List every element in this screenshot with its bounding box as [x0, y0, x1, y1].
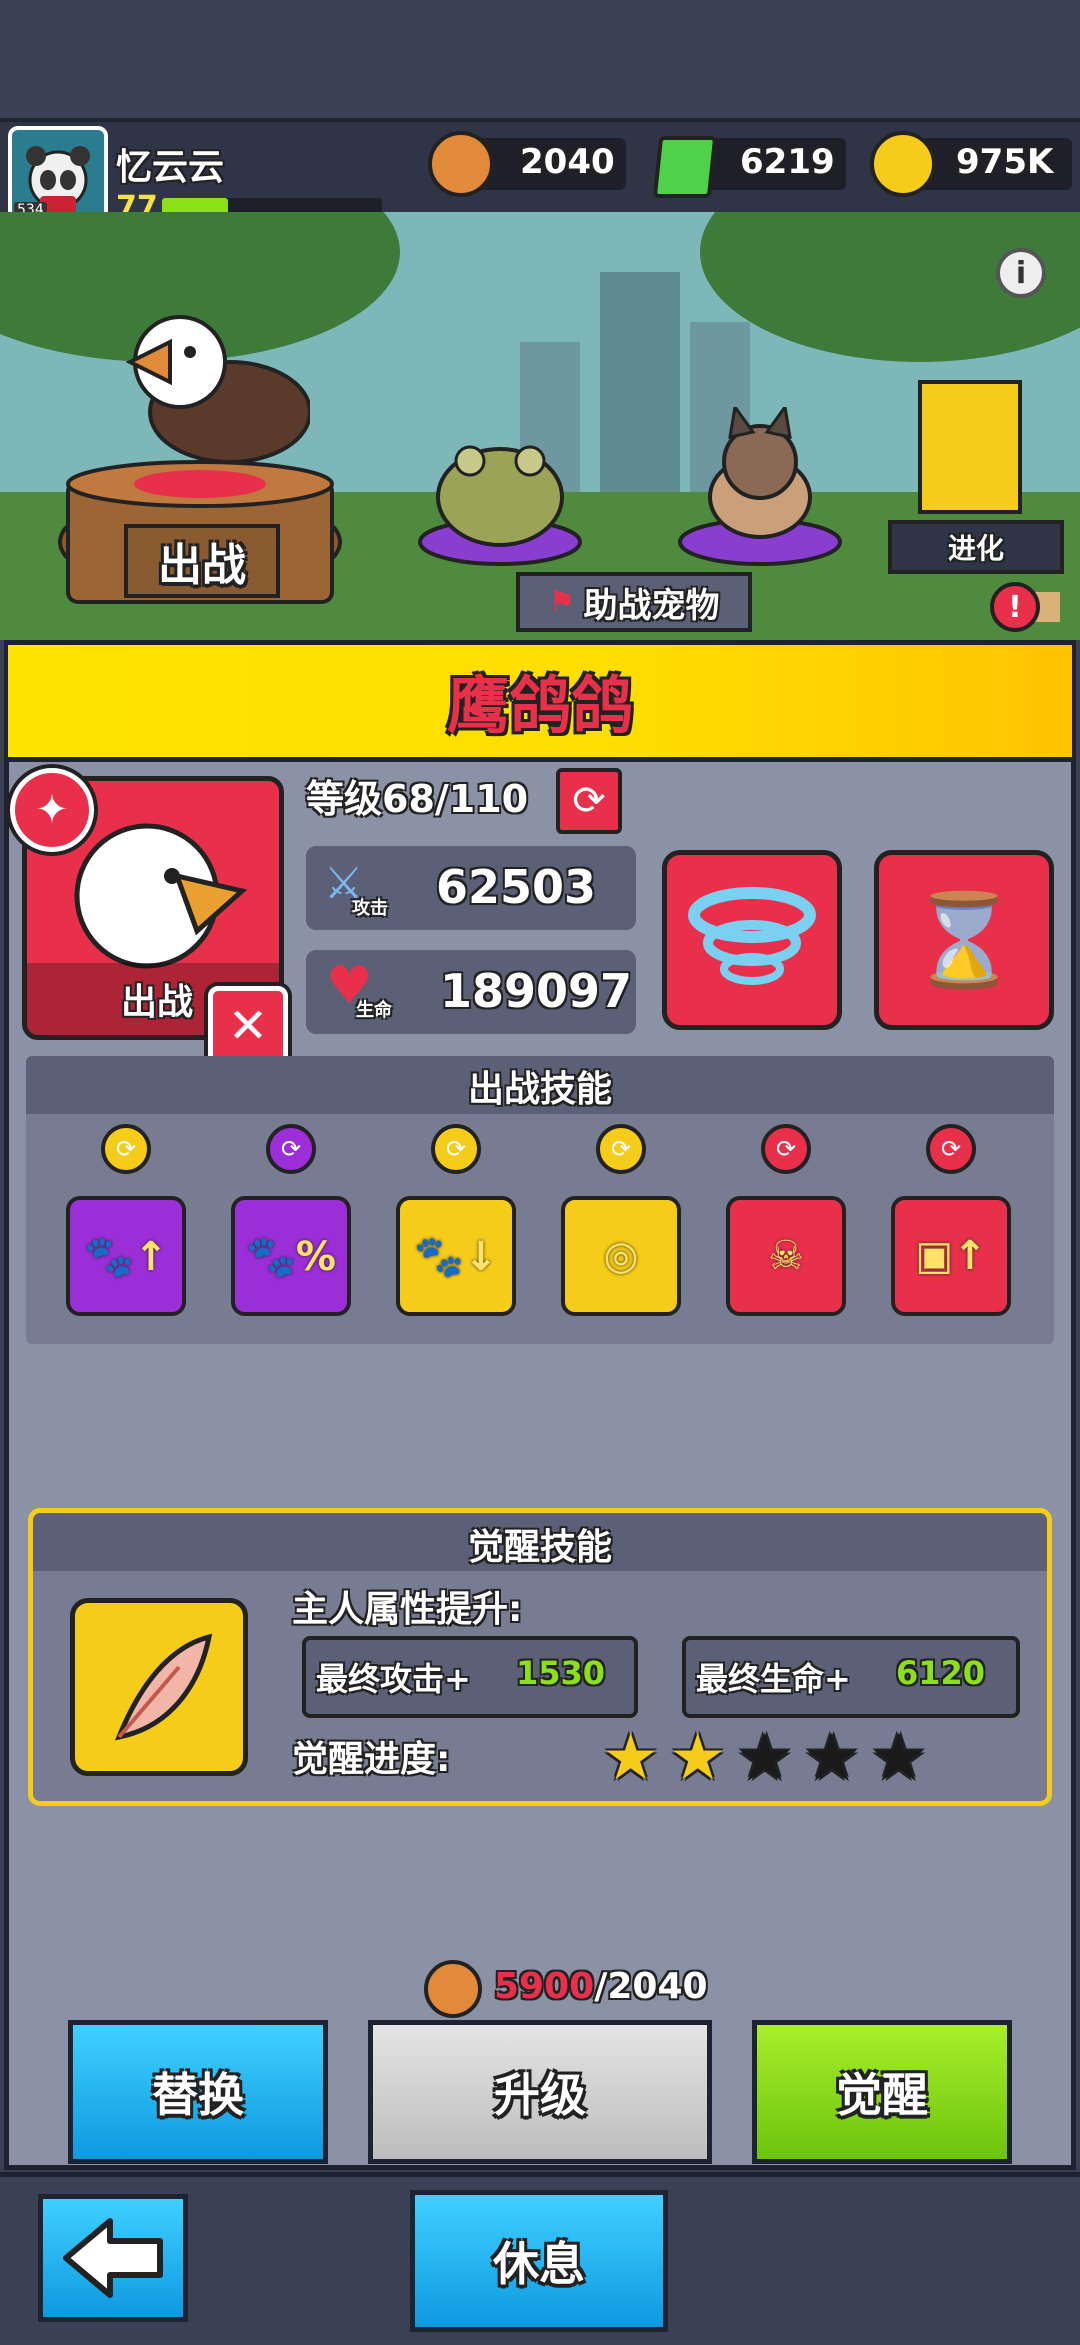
battle-skills-title: 出战技能 [467, 1069, 612, 1110]
zombie-paw-icon: ☠ [768, 1233, 804, 1279]
replace-label: 替换 [152, 2068, 244, 2122]
battle-skill-tile[interactable]: ☠ [726, 1196, 846, 1316]
tornado-icon [688, 887, 816, 985]
skill-type-badge: ⟳ [761, 1124, 811, 1174]
chest-up-icon: ▣↑ [915, 1233, 987, 1279]
skill-type-badge: ⟳ [266, 1124, 316, 1174]
deploy-sign-label: 出战 [158, 540, 246, 591]
alert-icon[interactable]: ! [990, 582, 1040, 632]
info-icon[interactable]: i [996, 248, 1046, 298]
awaken-title: 觉醒技能 [467, 1527, 612, 1568]
awaken-label: 觉醒 [836, 2068, 928, 2122]
cost-have: 5900 [494, 1966, 595, 2007]
support-pet-label: 助战宠物 [583, 585, 720, 626]
pet-scene: i 出战 进化 ⚑ 助战宠物 ! [0, 212, 1080, 640]
tornado-skill-button[interactable] [662, 850, 842, 1030]
status-bar [0, 0, 1080, 118]
gem-plus-icon[interactable] [652, 136, 718, 198]
cost-text: 5900/2040 [494, 1966, 708, 2007]
eagle-pet-icon[interactable] [110, 302, 310, 492]
final-attack-label: 最终攻击+ [316, 1660, 471, 1698]
deploy-sign: 出战 [124, 524, 280, 598]
star-filled-icon: ★ [669, 1721, 727, 1795]
paw-percent-icon: 🐾% [246, 1233, 336, 1280]
evolve-button[interactable]: 进化 [888, 520, 1064, 574]
awaken-skill-tile[interactable] [70, 1598, 248, 1776]
paw-target-icon: ◎ [603, 1233, 639, 1279]
coin-plus-icon[interactable] [870, 131, 936, 197]
cost-need: /2040 [594, 1966, 708, 2007]
unequip-icon[interactable]: ✕ [208, 986, 288, 1066]
upgrade-label: 升级 [494, 2068, 586, 2122]
battle-skill-tile[interactable]: ▣↑ [891, 1196, 1011, 1316]
awaken-subtitle: 主人属性提升: [292, 1589, 523, 1630]
pet-name: 鹰鸽鸽 [446, 669, 633, 742]
pet-card-label: 出战 [121, 982, 194, 1023]
upgrade-button[interactable]: 升级 [368, 2020, 712, 2164]
food-icon [428, 131, 494, 197]
paw-hourglass-icon: ⌛ [907, 887, 1021, 993]
skill-type-badge: ⟳ [431, 1124, 481, 1174]
hp-value: 189097 [440, 964, 633, 1018]
skill-type-badge: ⟳ [926, 1124, 976, 1174]
battle-skill-tile[interactable]: 🐾% [231, 1196, 351, 1316]
food-value: 2040 [520, 142, 615, 182]
star-empty-icon: ★ [870, 1721, 928, 1795]
cost-food-icon [424, 1960, 482, 2018]
skill-type-badge: ⟳ [596, 1124, 646, 1174]
hp-label: 生命 [356, 1000, 392, 1021]
pet-type-badge: ✦ [10, 768, 94, 852]
skill-type-badge: ⟳ [101, 1124, 151, 1174]
pet-level: 等级68/110 [306, 777, 529, 821]
coin-value: 975K [956, 142, 1054, 182]
star-empty-icon: ★ [803, 1721, 861, 1795]
battle-skill-tile[interactable]: ◎ [561, 1196, 681, 1316]
star-empty-icon: ★ [736, 1721, 794, 1795]
frog-pet-icon[interactable] [430, 427, 570, 547]
flag-icon: ⚑ [548, 584, 576, 620]
paw-boost-skill-button[interactable]: ⌛ [874, 850, 1054, 1030]
battle-skill-tile[interactable]: 🐾↑ [66, 1196, 186, 1316]
support-pet-tab[interactable]: ⚑ 助战宠物 [516, 572, 752, 632]
final-hp-label: 最终生命+ [696, 1660, 851, 1698]
gem-value: 6219 [740, 142, 835, 182]
back-arrow-icon [63, 2218, 163, 2298]
feather-icon [114, 1633, 213, 1741]
attack-label: 攻击 [352, 898, 388, 919]
rest-button[interactable]: 休息 [410, 2190, 668, 2332]
back-button[interactable] [38, 2194, 188, 2322]
awaken-progress-label: 觉醒进度: [292, 1739, 451, 1780]
rest-label: 休息 [493, 2237, 585, 2291]
paw-down-icon: 🐾↓ [414, 1233, 498, 1280]
final-attack-value: 1530 [516, 1654, 606, 1692]
replace-button[interactable]: 替换 [68, 2020, 328, 2164]
attack-value: 62503 [436, 860, 597, 914]
star-filled-icon: ★ [602, 1721, 660, 1795]
awaken-button[interactable]: 觉醒 [752, 2020, 1012, 2164]
battle-skill-tile[interactable]: 🐾↓ [396, 1196, 516, 1316]
player-name: 忆云云 [116, 147, 225, 188]
final-hp-value: 6120 [896, 1654, 986, 1692]
evolve-label: 进化 [947, 532, 1004, 565]
player-avatar[interactable]: 534 [8, 126, 108, 226]
reset-icon[interactable]: ⟳ [556, 768, 622, 834]
paw-up-icon: 🐾↑ [84, 1233, 168, 1280]
dog-pet-icon[interactable] [695, 407, 825, 547]
